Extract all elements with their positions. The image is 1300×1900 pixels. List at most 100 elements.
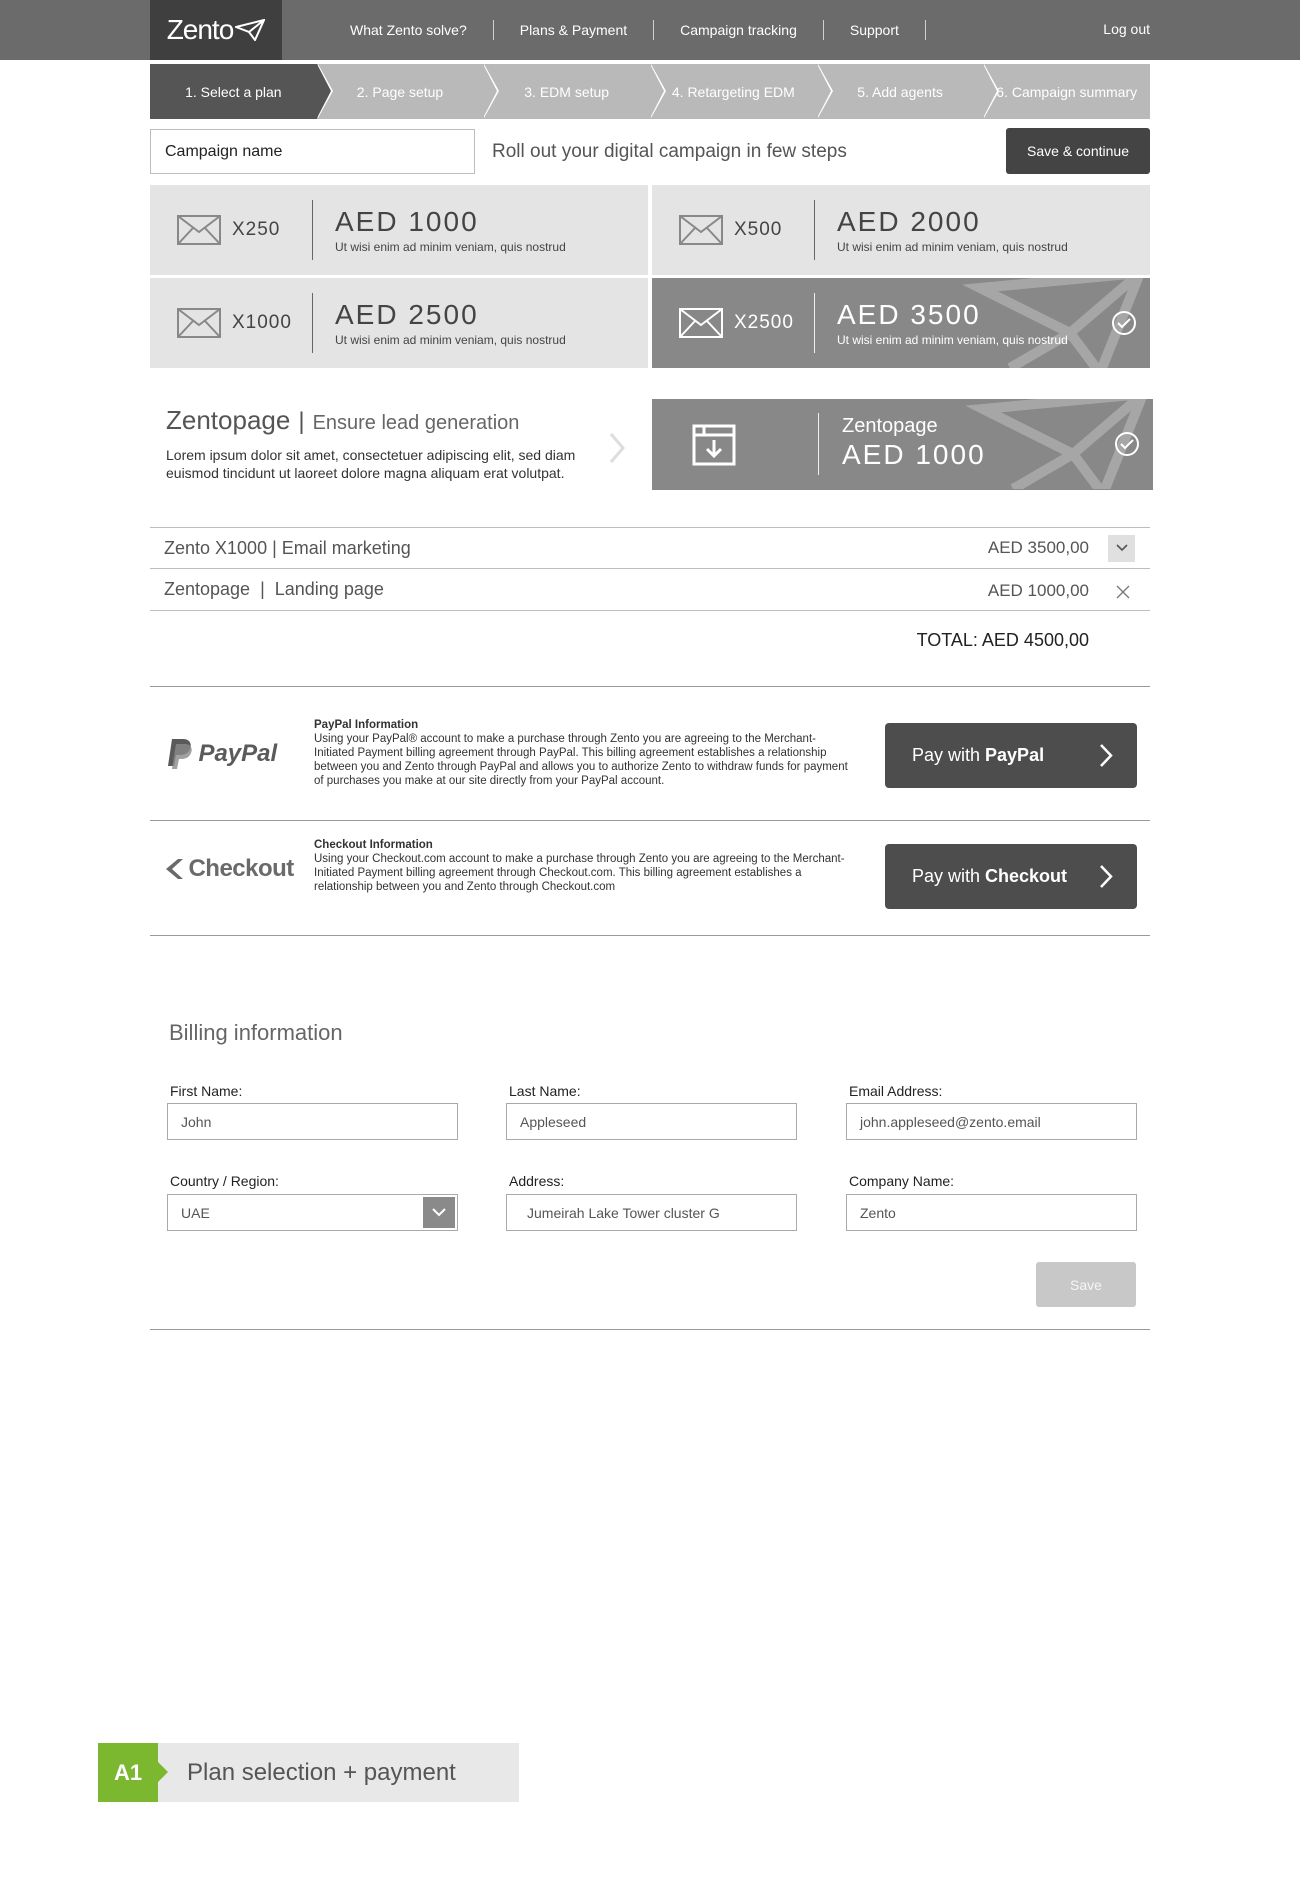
divider — [814, 200, 815, 260]
first-name-label: First Name: — [170, 1083, 243, 1099]
step-campaign-summary[interactable]: 6. Campaign summary — [983, 64, 1151, 119]
paper-plane-icon — [235, 19, 266, 41]
cart-item-name: Zento X1000 | Email marketing — [164, 537, 411, 558]
chevron-right-icon — [1100, 865, 1113, 888]
divider — [818, 413, 819, 475]
chevron-right-icon — [609, 433, 625, 463]
cart-item-price: AED 1000,00 — [987, 581, 1089, 600]
country-select[interactable]: UAE — [167, 1194, 458, 1231]
last-name-field[interactable]: Appleseed — [506, 1103, 797, 1140]
plan-price: AED 2500 — [335, 299, 479, 330]
close-icon[interactable] — [1114, 583, 1132, 601]
company-label: Company Name: — [849, 1173, 955, 1189]
divider — [312, 293, 313, 353]
address-label: Address: — [509, 1173, 565, 1189]
save-button[interactable]: Save — [1036, 1262, 1136, 1307]
envelope-icon — [177, 215, 221, 245]
cart-item-name: Zentopage | Landing page — [164, 578, 384, 599]
plan-card-x1000[interactable]: X1000 AED 2500 Ut wisi enim ad minim ven… — [150, 278, 648, 368]
plan-card-x500[interactable]: X500 AED 2000 Ut wisi enim ad minim veni… — [652, 185, 1150, 275]
zentopage-card-name: Zentopage — [842, 415, 938, 437]
nav-plans-payment[interactable]: Plans & Payment — [494, 20, 655, 40]
page-label-title: Plan selection + payment — [158, 1743, 519, 1802]
plan-description: Ut wisi enim ad minim veniam, quis nostr… — [335, 333, 566, 347]
zentopage-title: Zentopage — [166, 405, 291, 435]
step-select-plan[interactable]: 1. Select a plan — [150, 64, 333, 119]
pay-with-paypal-button[interactable]: Pay with PayPal — [885, 723, 1137, 788]
envelope-icon — [679, 308, 723, 338]
paypal-info: PayPal Information Using your PayPal® ac… — [314, 718, 854, 788]
paypal-wordmark: PayPal — [198, 740, 278, 767]
zentopage-card-price: AED 1000 — [842, 439, 986, 470]
select-dropdown-button[interactable] — [423, 1197, 455, 1228]
billing-title: Billing information — [169, 1020, 343, 1045]
plan-price: AED 2000 — [837, 206, 981, 237]
chevron-down-icon — [1115, 544, 1128, 552]
payment-divider — [150, 820, 1150, 821]
step-add-agents[interactable]: 5. Add agents — [816, 64, 1000, 119]
chevron-right-icon — [1100, 744, 1113, 767]
step-label: 1. Select a plan — [185, 83, 282, 100]
plan-card-x2500[interactable]: X2500 AED 3500 Ut wisi enim ad minim ven… — [652, 278, 1150, 368]
plan-quantity: X250 — [232, 219, 281, 240]
plan-quantity: X2500 — [734, 312, 794, 333]
logout-link[interactable]: Log out — [1103, 21, 1150, 37]
plan-quantity: X1000 — [232, 312, 292, 333]
billing-divider — [150, 1329, 1150, 1330]
check-circle-icon — [1112, 311, 1136, 335]
zento-logo[interactable]: Zento — [150, 0, 282, 60]
step-label: 4. Retargeting EDM — [671, 83, 795, 100]
zentopage-subtitle: Ensure lead generation — [312, 412, 520, 434]
zentopage-card[interactable]: Zentopage AED 1000 — [652, 399, 1153, 490]
divider — [312, 200, 313, 260]
expand-toggle[interactable] — [1108, 534, 1135, 562]
check-circle-icon — [1115, 432, 1139, 456]
step-retargeting-edm[interactable]: 4. Retargeting EDM — [650, 64, 833, 119]
paypal-info-text: Using your PayPal® account to make a pur… — [314, 733, 848, 787]
step-edm-setup[interactable]: 3. EDM setup — [483, 64, 667, 119]
plan-description: Ut wisi enim ad minim veniam, quis nostr… — [335, 240, 566, 254]
tagline: Roll out your digital campaign in few st… — [492, 141, 847, 162]
button-brand: PayPal — [985, 745, 1045, 765]
cart-item-landing-page: Zentopage | Landing page AED 1000,00 — [164, 569, 1150, 609]
nav-what-zento-solve[interactable]: What Zento solve? — [332, 20, 494, 40]
step-label: 5. Add agents — [857, 83, 943, 100]
plan-info: AED 2000 Ut wisi enim ad minim veniam, q… — [837, 206, 1068, 254]
page-label-code: A1 — [98, 1743, 168, 1802]
country-label: Country / Region: — [170, 1173, 279, 1189]
button-brand: Checkout — [985, 866, 1068, 886]
paypal-info-title: PayPal Information — [314, 719, 419, 731]
step-label: 6. Campaign summary — [996, 83, 1138, 100]
cart-item-price: AED 3500,00 — [987, 538, 1089, 557]
zentopage-description: Lorem ipsum dolor sit amet, consectetuer… — [166, 447, 576, 481]
nav-campaign-tracking[interactable]: Campaign tracking — [654, 20, 824, 40]
save-continue-button[interactable]: Save & continue — [1006, 128, 1150, 174]
plan-info: AED 2500 Ut wisi enim ad minim veniam, q… — [335, 299, 566, 347]
cart-total: TOTAL: AED 4500,00 — [916, 630, 1089, 650]
step-label: 2. Page setup — [356, 83, 444, 100]
pay-with-checkout-button[interactable]: Pay with Checkout — [885, 844, 1137, 909]
checkout-info-text: Using your Checkout.com account to make … — [314, 853, 845, 893]
landing-page-download-icon — [692, 424, 736, 466]
address-field[interactable]: Jumeirah Lake Tower cluster G — [506, 1194, 797, 1231]
plan-price: AED 1000 — [335, 206, 479, 237]
cart-divider — [150, 610, 1150, 611]
paypal-logo: PayPal — [166, 738, 277, 770]
campaign-name-input[interactable]: Campaign name — [150, 129, 475, 174]
company-field[interactable]: Zento — [846, 1194, 1137, 1231]
divider — [814, 293, 815, 353]
zentopage-heading: Zentopage | Ensure lead generation — [166, 405, 519, 436]
button-prefix: Pay with — [912, 745, 981, 765]
first-name-field[interactable]: John — [167, 1103, 458, 1140]
checkout-info-title: Checkout Information — [314, 839, 433, 851]
checkout-mark-icon — [166, 859, 183, 879]
paypal-p-icon — [168, 739, 192, 769]
email-field[interactable]: john.appleseed@zento.email — [846, 1103, 1137, 1140]
page-label: A1 Plan selection + payment — [98, 1743, 519, 1802]
plan-description: Ut wisi enim ad minim veniam, quis nostr… — [837, 240, 1068, 254]
nav-support[interactable]: Support — [824, 20, 926, 40]
plan-card-x250[interactable]: X250 AED 1000 Ut wisi enim ad minim veni… — [150, 185, 648, 275]
cart-item-email-marketing: Zento X1000 | Email marketing AED 3500,0… — [164, 528, 1150, 568]
step-page-setup[interactable]: 2. Page setup — [316, 64, 500, 119]
envelope-icon — [177, 308, 221, 338]
